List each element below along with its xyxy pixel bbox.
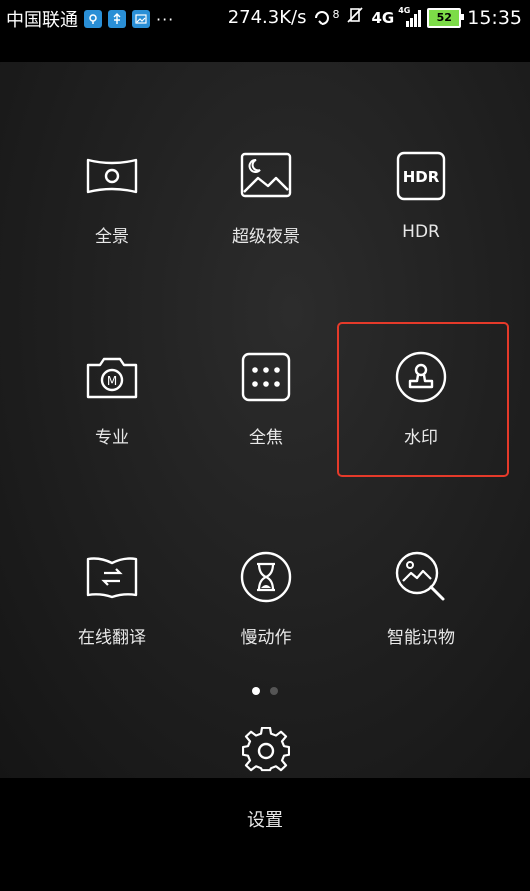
mode-label: 全景	[95, 227, 129, 247]
mode-label: 专业	[95, 428, 129, 448]
sync-icon: 8	[312, 8, 339, 28]
mode-all-focus[interactable]: 全焦	[186, 349, 346, 509]
mode-label: 在线翻译	[78, 628, 146, 648]
more-notifications: ···	[156, 9, 175, 29]
status-right: 274.3K/s 8 4G 4G 52 15:35	[228, 5, 522, 30]
network-speed: 274.3K/s	[227, 7, 307, 28]
mode-pro[interactable]: M 专业	[32, 349, 192, 509]
gallery-notification-icon	[132, 10, 150, 28]
page-indicator	[0, 687, 530, 695]
panorama-icon	[86, 158, 138, 194]
mode-panorama[interactable]: 全景	[32, 148, 192, 308]
network-type: 4G	[371, 8, 395, 27]
mode-label: 全焦	[249, 428, 283, 448]
all-focus-icon	[241, 352, 291, 402]
slow-motion-hourglass-icon	[240, 551, 292, 603]
translate-book-icon	[86, 557, 138, 599]
usb-notification-icon	[108, 10, 126, 28]
pro-icon-text: M	[107, 374, 117, 388]
object-recognition-icon	[395, 551, 445, 601]
signal-icon: 4G	[398, 5, 422, 27]
signal-network-type: 4G	[398, 5, 411, 15]
sync-badge: 8	[332, 7, 340, 21]
battery-level: 52	[436, 11, 452, 24]
hdr-icon-text: HDR	[403, 168, 440, 186]
mode-online-translate[interactable]: 在线翻译	[32, 549, 192, 709]
mode-smart-recognition[interactable]: 智能识物	[341, 549, 501, 709]
vibrate-off-icon	[345, 5, 365, 30]
selection-highlight	[337, 322, 509, 477]
settings-gear-icon[interactable]	[242, 727, 290, 775]
page-dot-2[interactable]	[270, 687, 278, 695]
mode-super-night[interactable]: 超级夜景	[186, 148, 346, 308]
bottom-bar	[0, 778, 530, 891]
mode-slow-motion[interactable]: 慢动作	[186, 549, 346, 709]
carrier-name: 中国联通	[6, 10, 78, 31]
clock: 15:35	[467, 6, 522, 29]
battery-icon: 52	[427, 7, 465, 28]
status-bar: 中国联通 ··· 274.3K/s 8 4G 4G 52 15:35	[0, 0, 530, 38]
page-dot-1[interactable]	[252, 687, 260, 695]
hdr-icon: HDR	[396, 151, 446, 201]
status-left: 中国联通 ···	[6, 6, 174, 32]
mode-label: HDR	[402, 222, 440, 242]
mode-label: 超级夜景	[232, 227, 300, 247]
mode-hdr[interactable]: HDR HDR	[341, 148, 501, 308]
pro-camera-icon: M	[86, 357, 138, 399]
settings-button[interactable]: 设置	[0, 806, 530, 832]
mode-label: 慢动作	[240, 628, 292, 648]
night-scene-icon	[240, 152, 292, 198]
mode-label: 智能识物	[387, 628, 455, 648]
location-notification-icon	[84, 10, 102, 28]
